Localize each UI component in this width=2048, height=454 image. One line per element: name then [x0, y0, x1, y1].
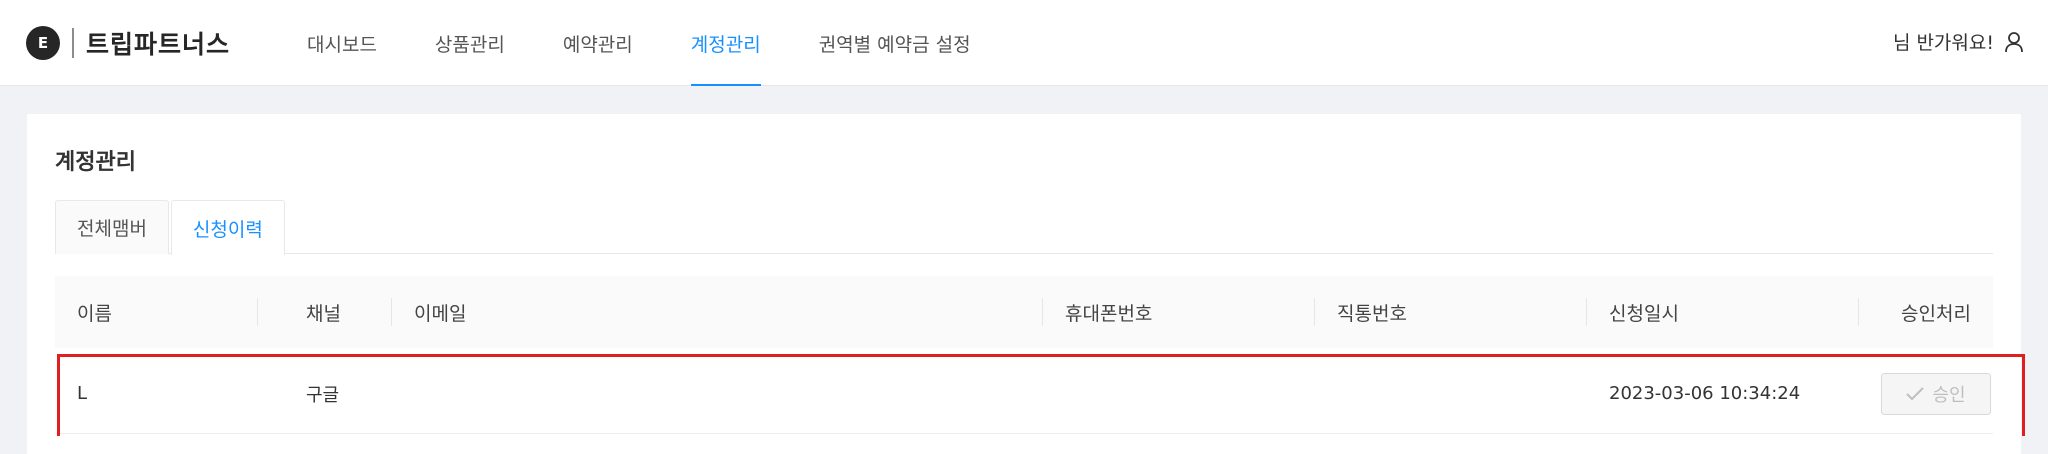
- column-label: 이메일: [414, 302, 467, 325]
- column-header-approval: 승인처리: [1859, 276, 1993, 348]
- column-header-mobile: 휴대폰번호: [1043, 276, 1315, 348]
- column-label: 휴대폰번호: [1065, 302, 1153, 325]
- greeting-text: 님 반가워요!: [1892, 32, 1994, 54]
- cell-name: L: [77, 383, 88, 404]
- column-label: 이름: [77, 302, 112, 325]
- logo-text: 트립파트너스: [86, 30, 231, 59]
- logo-divider: [72, 28, 74, 58]
- page-title: 계정관리: [55, 150, 136, 175]
- cell-requested-at: 2023-03-06 10:34:24: [1609, 383, 1801, 404]
- nav-item-products[interactable]: 상품관리: [406, 0, 534, 86]
- column-header-email: 이메일: [392, 276, 1043, 348]
- logo[interactable]: E 트립파트너스: [26, 26, 230, 60]
- table-header: 이름 채널 이메일 휴대폰번호 직통번호 신청일시 승인처리: [55, 276, 1993, 348]
- content-card: 계정관리 전체맴버 신청이력 이름 채널 이메일 휴대폰번호 직통번호 신청일시…: [27, 114, 2021, 454]
- column-header-requested-at: 신청일시: [1587, 276, 1859, 348]
- nav-item-accounts[interactable]: 계정관리: [662, 0, 790, 86]
- nav-item-deposit-settings[interactable]: 권역별 예약금 설정: [790, 0, 1000, 86]
- column-label: 채널: [306, 302, 341, 325]
- nav-item-reservations[interactable]: 예약관리: [534, 0, 662, 86]
- cell-mobile: [1043, 354, 1315, 434]
- user-icon[interactable]: [2004, 31, 2024, 53]
- tab-all-members[interactable]: 전체맴버: [55, 200, 169, 254]
- column-label: 신청일시: [1609, 302, 1679, 325]
- cell-approval: 승인: [1859, 354, 1993, 434]
- nav-item-dashboard[interactable]: 대시보드: [278, 0, 406, 86]
- check-icon: [1906, 386, 1925, 400]
- approve-label: 승인: [1932, 384, 1966, 406]
- user-menu[interactable]: 님 반가워요!: [1893, 28, 2024, 55]
- tab-bar: 전체맴버 신청이력: [55, 200, 1993, 255]
- approve-button[interactable]: 승인: [1881, 372, 1991, 415]
- column-label: 직통번호: [1337, 302, 1407, 325]
- column-header-channel: 채널: [258, 276, 392, 348]
- cell-direct: [1315, 354, 1587, 434]
- column-header-name: 이름: [55, 276, 258, 348]
- logo-mark: E: [26, 26, 60, 60]
- main-nav: 대시보드 상품관리 예약관리 계정관리 권역별 예약금 설정: [278, 0, 1000, 86]
- cell-channel: 구글: [306, 384, 340, 406]
- column-header-direct: 직통번호: [1315, 276, 1587, 348]
- tab-application-history[interactable]: 신청이력: [170, 200, 285, 255]
- top-header: E 트립파트너스 대시보드 상품관리 예약관리 계정관리 권역별 예약금 설정 …: [0, 0, 2048, 86]
- column-label: 승인처리: [1901, 302, 1971, 325]
- table-row: L 구글 2023-03-06 10:34:24 승인: [55, 354, 1993, 434]
- cell-email: [392, 354, 1043, 434]
